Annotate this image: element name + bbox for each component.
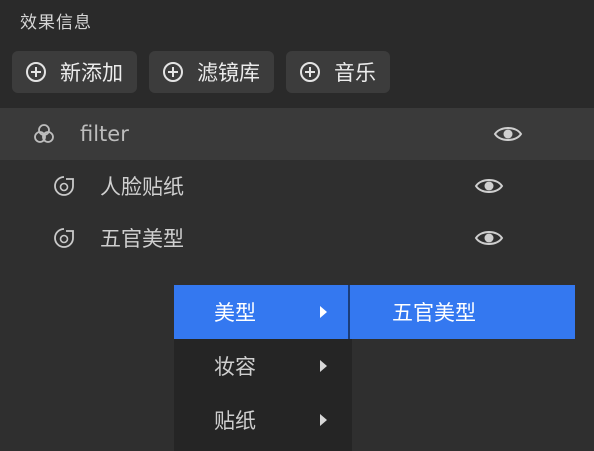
tree-item-label: 人脸贴纸 bbox=[100, 175, 184, 199]
add-new-button[interactable]: 新添加 bbox=[12, 51, 137, 93]
menu-item-label: 美型 bbox=[214, 301, 256, 325]
tree-group-label: filter bbox=[80, 122, 129, 146]
plus-circle-icon bbox=[26, 62, 46, 82]
plus-circle-icon bbox=[163, 62, 183, 82]
submenu-arrow-icon bbox=[320, 414, 327, 426]
eye-icon[interactable] bbox=[474, 176, 504, 196]
panel-header: 效果信息 新添加 滤镜库 音乐 bbox=[0, 0, 594, 108]
filter-library-label: 滤镜库 bbox=[197, 61, 260, 85]
menu-item-makeup[interactable]: 妆容 bbox=[174, 339, 352, 393]
submenu-arrow-icon bbox=[320, 360, 327, 372]
submenu: 五官美型 bbox=[348, 285, 575, 339]
menu-item-label: 妆容 bbox=[214, 355, 256, 379]
menu-item-sticker[interactable]: 贴纸 bbox=[174, 393, 352, 447]
eye-icon[interactable] bbox=[493, 124, 523, 144]
menu-item-label: 贴纸 bbox=[214, 409, 256, 433]
filter-group-icon bbox=[34, 124, 54, 143]
plus-circle-icon bbox=[300, 62, 320, 82]
effect-panel: 效果信息 新添加 滤镜库 音乐 filter 人脸贴纸 五官美型 美型 妆容 贴… bbox=[0, 0, 594, 451]
context-menu: 美型 妆容 贴纸 bbox=[174, 285, 352, 451]
toolbar: 新添加 滤镜库 音乐 bbox=[12, 51, 390, 93]
submenu-item-label: 五官美型 bbox=[392, 301, 476, 325]
effect-item-icon bbox=[54, 228, 74, 248]
music-label: 音乐 bbox=[334, 61, 376, 85]
tree-item-row[interactable]: 五官美型 bbox=[0, 212, 594, 264]
menu-item-shape[interactable]: 美型 bbox=[174, 285, 352, 339]
effect-item-icon bbox=[54, 176, 74, 196]
tree-item-label: 五官美型 bbox=[100, 227, 184, 251]
filter-library-button[interactable]: 滤镜库 bbox=[149, 51, 274, 93]
music-button[interactable]: 音乐 bbox=[286, 51, 390, 93]
eye-icon[interactable] bbox=[474, 228, 504, 248]
tree-item-row[interactable]: 人脸贴纸 bbox=[0, 160, 594, 212]
tree-group-row[interactable]: filter bbox=[0, 108, 594, 160]
panel-title: 效果信息 bbox=[20, 13, 92, 33]
submenu-arrow-icon bbox=[320, 306, 327, 318]
submenu-item-face-shape[interactable]: 五官美型 bbox=[350, 285, 575, 339]
add-new-label: 新添加 bbox=[60, 61, 123, 85]
